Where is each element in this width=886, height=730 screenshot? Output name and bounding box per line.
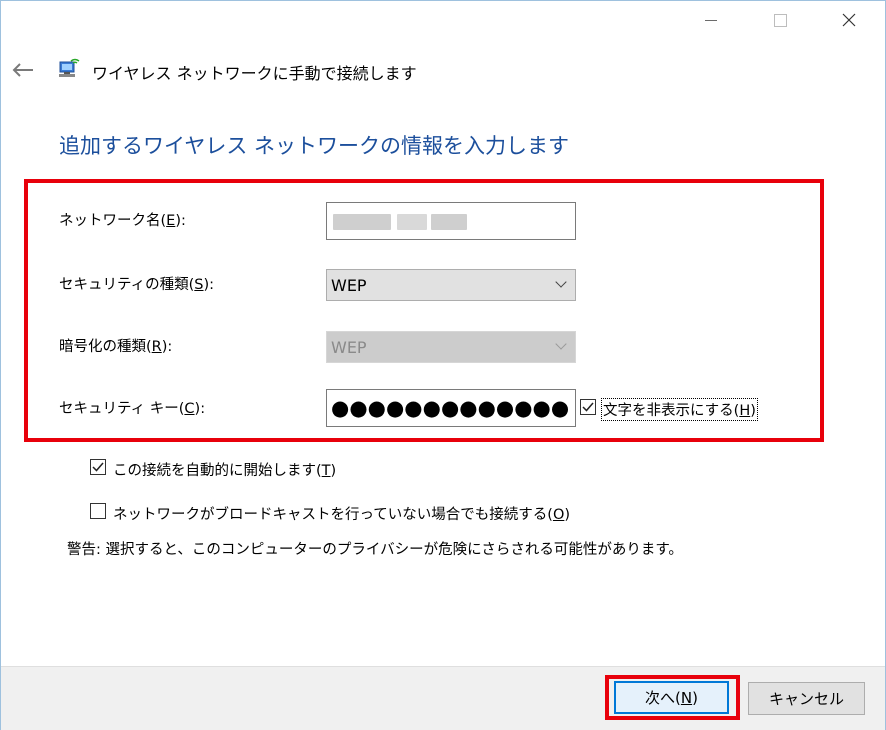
- security-key-input[interactable]: ●●●●●●●●●●●●●: [326, 389, 576, 427]
- page-heading: 追加するワイヤレス ネットワークの情報を入力します: [59, 134, 570, 158]
- checkmark-icon: [582, 402, 594, 412]
- blurred-text: [431, 214, 467, 230]
- hide-chars-checkbox[interactable]: [580, 399, 596, 415]
- blurred-text: [333, 214, 391, 230]
- encryption-type-select: WEP: [326, 331, 576, 363]
- blurred-text: [397, 214, 427, 230]
- encryption-type-value: WEP: [331, 337, 367, 357]
- wireless-network-icon: [56, 57, 80, 81]
- back-arrow-icon: [12, 63, 33, 77]
- security-type-label: セキュリティの種類(S):: [59, 277, 215, 293]
- cancel-button[interactable]: キャンセル: [748, 682, 865, 715]
- auto-connect-checkbox[interactable]: [90, 459, 106, 475]
- maximize-icon: [773, 13, 787, 27]
- chevron-down-icon: [555, 338, 567, 350]
- minimize-button[interactable]: [688, 0, 734, 40]
- network-name-label: ネットワーク名(E):: [59, 213, 186, 229]
- auto-connect-label[interactable]: この接続を自動的に開始します(T): [113, 459, 336, 480]
- security-type-select[interactable]: WEP: [326, 269, 576, 301]
- next-button[interactable]: 次へ(N): [614, 681, 729, 714]
- hide-chars-label[interactable]: 文字を非表示にする(H): [601, 398, 758, 421]
- network-name-input[interactable]: [326, 202, 576, 240]
- security-key-label: セキュリティ キー(C):: [59, 401, 206, 417]
- connect-hidden-checkbox[interactable]: [90, 503, 106, 519]
- privacy-warning-text: 警告: 選択すると、このコンピューターのプライバシーが危険にさらされる可能性があ…: [67, 542, 683, 558]
- checkmark-icon: [92, 462, 104, 472]
- close-button[interactable]: [826, 0, 872, 40]
- maximize-button[interactable]: [757, 0, 803, 40]
- chevron-down-icon: [555, 276, 567, 288]
- security-type-value: WEP: [331, 275, 367, 295]
- minimize-icon: [705, 19, 717, 21]
- dialog-window: [0, 0, 886, 730]
- close-icon: [842, 13, 856, 27]
- encryption-type-label: 暗号化の種類(R):: [59, 339, 173, 355]
- connect-hidden-label[interactable]: ネットワークがブロードキャストを行っていない場合でも接続する(O): [113, 503, 570, 524]
- window-title: ワイヤレス ネットワークに手動で接続します: [92, 64, 417, 83]
- back-button[interactable]: [8, 56, 38, 84]
